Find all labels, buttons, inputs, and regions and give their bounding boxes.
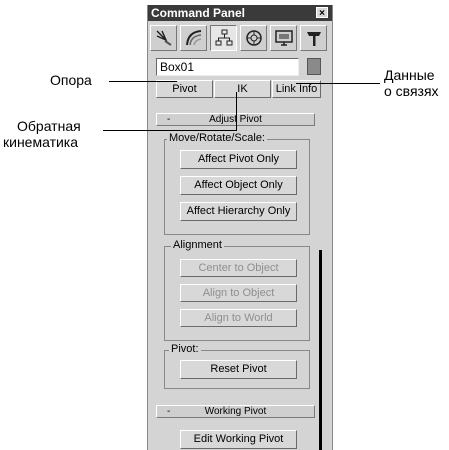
affect-object-only-button[interactable]: Affect Object Only: [180, 176, 297, 195]
working-pivot-rollout-header[interactable]: - Working Pivot: [156, 405, 315, 418]
command-tabs: [150, 25, 330, 53]
align-to-object-button[interactable]: Align to Object: [180, 284, 297, 302]
tab-motion[interactable]: [240, 25, 267, 51]
tab-modify[interactable]: [180, 25, 207, 51]
annotation-ik-line-vertical: [236, 92, 237, 131]
command-panel: Command Panel × Box01 Pivot IK Link Info…: [147, 5, 333, 450]
group-title-pivot: Pivot:: [169, 343, 201, 356]
center-to-object-button[interactable]: Center to Object: [180, 259, 297, 277]
annotation-ik-line: [103, 130, 236, 131]
panel-title: Command Panel: [151, 6, 246, 20]
tab-display[interactable]: [270, 25, 297, 51]
tab-utilities[interactable]: [300, 25, 327, 51]
ik-button[interactable]: IK: [214, 80, 271, 98]
create-icon: [155, 30, 172, 46]
display-icon: [274, 30, 293, 46]
annotation-ik-line1: Обратная: [17, 118, 81, 134]
utilities-icon: [306, 32, 321, 46]
motion-icon: [245, 30, 262, 46]
hierarchy-icon: [215, 29, 232, 46]
annotation-link-line1: Данные: [384, 67, 435, 83]
close-button[interactable]: ×: [316, 7, 328, 19]
panel-scrollbar[interactable]: [319, 250, 322, 450]
tab-create[interactable]: [150, 25, 177, 51]
title-bar: Command Panel ×: [148, 5, 332, 21]
annotation-pivot-line: [109, 81, 177, 82]
align-to-world-button[interactable]: Align to World: [180, 309, 297, 327]
reset-pivot-button[interactable]: Reset Pivot: [180, 360, 297, 379]
annotation-link-line2: о связях: [384, 83, 439, 99]
edit-working-pivot-button[interactable]: Edit Working Pivot: [180, 430, 297, 449]
tab-hierarchy[interactable]: [210, 25, 237, 51]
annotation-link-line: [296, 83, 380, 84]
modify-icon: [185, 30, 201, 46]
affect-hierarchy-only-button[interactable]: Affect Hierarchy Only: [180, 202, 297, 221]
group-title-alignment: Alignment: [171, 239, 224, 252]
group-title-move-rotate-scale: Move/Rotate/Scale:: [167, 132, 267, 145]
annotation-ik-line2: кинематика: [3, 134, 79, 150]
object-color-swatch[interactable]: [307, 58, 321, 75]
annotation-pivot: Опора: [50, 72, 92, 88]
rollout-title: Working Pivot: [204, 406, 267, 417]
object-name-field[interactable]: Box01: [156, 58, 299, 76]
affect-pivot-only-button[interactable]: Affect Pivot Only: [180, 150, 297, 169]
pivot-button[interactable]: Pivot: [156, 80, 213, 98]
